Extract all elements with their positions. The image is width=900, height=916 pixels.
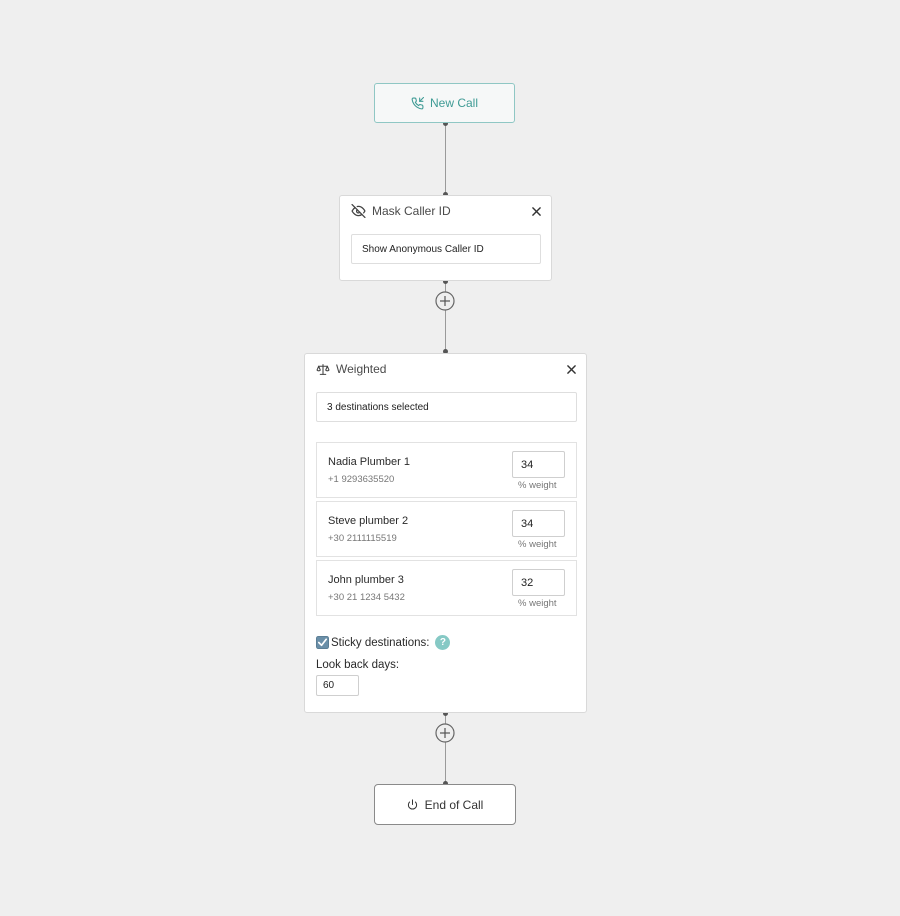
destination-row: Steve plumber 2 +30 2111115519 34 % weig… <box>316 501 577 557</box>
weight-unit-label: % weight <box>518 480 557 491</box>
destination-name: Nadia Plumber 1 <box>328 456 410 468</box>
destination-phone: +30 2111115519 <box>328 533 397 544</box>
end-of-call-label: End of Call <box>424 797 484 812</box>
look-back-days-value: 60 <box>323 680 335 691</box>
destination-phone: +30 21 1234 5432 <box>328 592 405 603</box>
sticky-destinations-checkbox[interactable] <box>316 636 329 649</box>
sticky-destinations-row: Sticky destinations: ? <box>316 635 451 650</box>
weight-input[interactable]: 32 <box>512 569 565 596</box>
destinations-summary: 3 destinations selected <box>327 401 429 413</box>
sticky-destinations-label: Sticky destinations: <box>331 636 430 649</box>
power-icon <box>407 799 418 810</box>
weighted-title: Weighted <box>336 362 387 376</box>
end-of-call-node[interactable]: End of Call <box>374 784 516 825</box>
weighted-card: Weighted 3 destinations selected Nadia P… <box>304 353 587 713</box>
close-icon[interactable] <box>532 206 541 216</box>
weight-input[interactable]: 34 <box>512 451 565 478</box>
weight-value: 34 <box>521 517 534 530</box>
destination-row: John plumber 3 +30 21 1234 5432 32 % wei… <box>316 560 577 616</box>
eye-off-icon <box>351 204 366 218</box>
help-icon-symbol: ? <box>439 637 446 648</box>
caller-id-option-value: Show Anonymous Caller ID <box>362 243 484 255</box>
phone-incoming-icon <box>411 96 424 110</box>
close-icon[interactable] <box>567 364 576 374</box>
scale-icon <box>316 363 330 376</box>
caller-id-option-field[interactable]: Show Anonymous Caller ID <box>351 234 541 264</box>
new-call-node[interactable]: New Call <box>374 83 515 123</box>
weighted-header: Weighted <box>316 355 576 383</box>
weight-value: 34 <box>521 458 534 471</box>
mask-caller-id-header: Mask Caller ID <box>351 197 541 225</box>
weight-input[interactable]: 34 <box>512 510 565 537</box>
add-step-button[interactable] <box>435 723 455 743</box>
add-step-button[interactable] <box>435 291 455 311</box>
new-call-label: New Call <box>429 96 478 110</box>
look-back-days-label: Look back days: <box>316 659 400 671</box>
destination-row: Nadia Plumber 1 +1 9293635520 34 % weigh… <box>316 442 577 498</box>
weight-unit-label: % weight <box>518 539 557 550</box>
connector-line <box>445 124 446 194</box>
destinations-select[interactable]: 3 destinations selected <box>316 392 577 422</box>
weight-value: 32 <box>521 576 534 589</box>
destination-phone: +1 9293635520 <box>328 474 395 485</box>
weight-unit-label: % weight <box>518 598 557 609</box>
look-back-days-input[interactable]: 60 <box>316 675 359 696</box>
destination-name: Steve plumber 2 <box>328 515 409 527</box>
destination-name: John plumber 3 <box>328 574 404 586</box>
mask-caller-id-card: Mask Caller ID Show Anonymous Caller ID <box>339 195 552 281</box>
mask-caller-id-title: Mask Caller ID <box>372 204 451 218</box>
help-icon[interactable]: ? <box>435 635 451 650</box>
